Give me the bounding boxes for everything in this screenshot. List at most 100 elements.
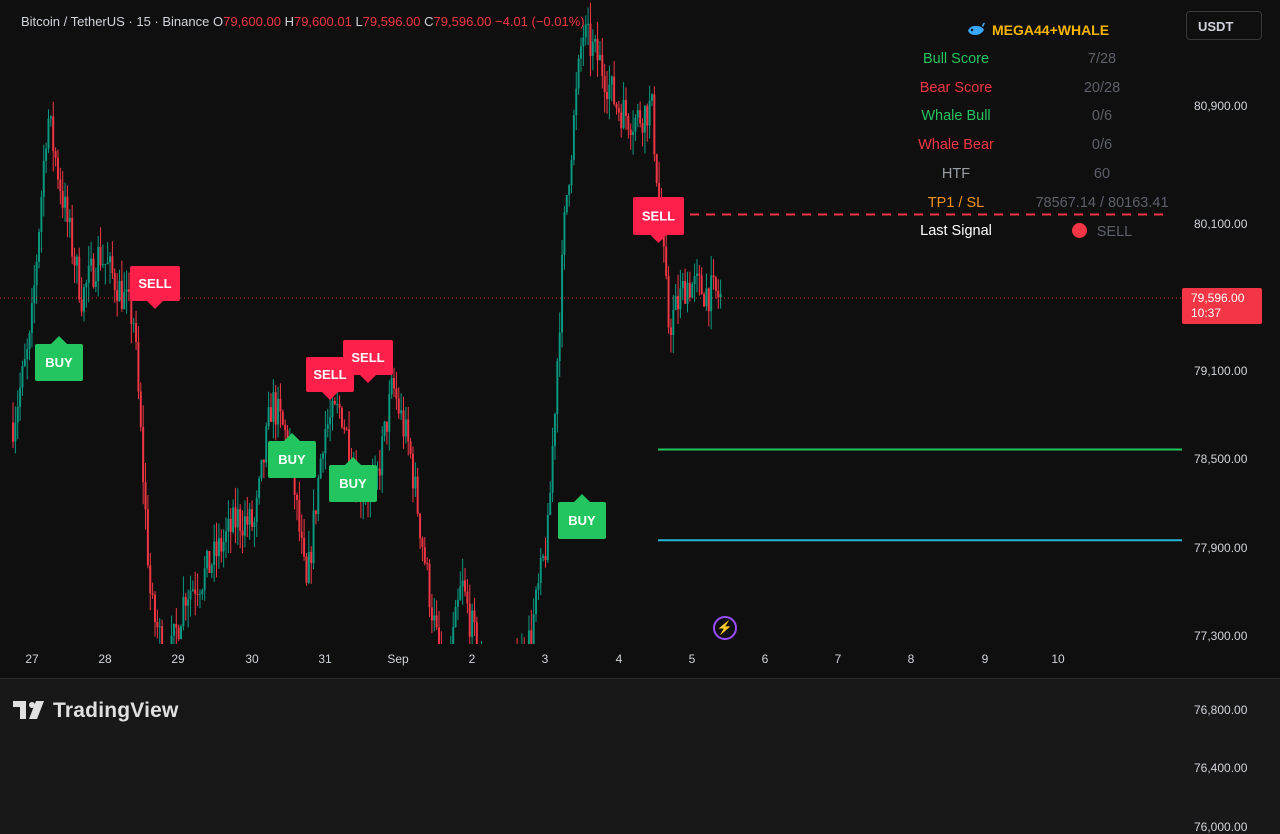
candle-body — [639, 110, 642, 124]
candle-body — [151, 593, 154, 595]
candle-body — [109, 256, 111, 263]
candle-body — [154, 594, 156, 622]
candle-body — [215, 541, 218, 557]
candle-body — [438, 627, 440, 644]
signal-label: SELL — [138, 276, 171, 291]
candle-body — [279, 398, 282, 412]
candle-body — [42, 160, 45, 198]
candle-body — [591, 41, 594, 56]
candle-body — [296, 494, 298, 500]
candle-body — [698, 273, 701, 276]
candle-body — [187, 599, 190, 606]
signal-arrow — [574, 494, 590, 502]
indicator-value: 7/28 — [1087, 51, 1117, 67]
candle-body — [184, 597, 187, 606]
candle-body — [655, 154, 658, 184]
candle-body — [381, 436, 384, 476]
candle-body — [307, 551, 310, 583]
current-price-value: 79,596.00 — [1191, 291, 1245, 305]
candle-body — [23, 359, 26, 367]
candle-body — [59, 179, 62, 191]
open-value: 79,600.00 — [223, 14, 281, 29]
candle-body — [120, 280, 123, 309]
indicator-label: Whale Bear — [918, 137, 994, 154]
candle-body — [587, 23, 590, 25]
candle-body — [156, 621, 159, 628]
candle-body — [71, 217, 74, 257]
change-value: −4.01 (−0.01%) — [495, 14, 585, 29]
candle-body — [40, 197, 43, 233]
candle-body — [229, 518, 232, 532]
candle-body — [435, 615, 438, 628]
candle-body — [217, 538, 220, 557]
candle-body — [527, 630, 530, 644]
sell-signal: SELL — [130, 266, 180, 309]
candle-body — [679, 288, 682, 310]
candle-body — [345, 429, 348, 431]
symbol-title[interactable]: Bitcoin / TetherUS · 15 · Binance — [21, 14, 209, 29]
candle-body — [14, 422, 17, 442]
lightning-icon[interactable]: ⚡ — [713, 616, 737, 640]
buy-signal: BUY — [35, 336, 83, 381]
candle-body — [243, 516, 246, 536]
candle-body — [206, 551, 209, 569]
candle-body — [464, 580, 466, 592]
candle-body — [596, 38, 599, 61]
signal-label: BUY — [339, 476, 367, 491]
low-value: 79,596.00 — [362, 14, 421, 29]
candle-body — [582, 37, 585, 47]
candle-body — [546, 514, 549, 561]
candle-body — [170, 635, 173, 644]
candle-body — [97, 246, 100, 282]
candle-body — [610, 76, 613, 85]
candle-body — [561, 254, 564, 333]
candle-body — [26, 348, 29, 360]
candle-body — [627, 115, 630, 130]
candle-body — [132, 323, 135, 325]
candle-body — [83, 287, 85, 312]
high-value: 79,600.01 — [293, 14, 352, 29]
candle-body — [194, 589, 197, 594]
buy-signal: BUY — [558, 494, 606, 539]
candle-body — [267, 407, 270, 427]
candle-body — [632, 131, 635, 136]
tradingview-logo-icon — [13, 701, 44, 719]
candle-body — [208, 551, 211, 573]
price-tick: 80,100.00 — [1194, 216, 1248, 231]
candle-body — [45, 148, 48, 161]
candle-body — [38, 232, 40, 262]
candle-body — [172, 623, 175, 636]
candle-body — [52, 116, 55, 152]
candle-body — [144, 482, 147, 510]
tradingview-logo[interactable]: TradingView — [13, 699, 179, 723]
candle-body — [284, 424, 287, 431]
candle-body — [651, 94, 653, 101]
price-tick: 77,900.00 — [1194, 540, 1248, 555]
time-axis[interactable]: 27 28 29 30 31 Sep 2 3 4 5 6 7 8 9 10 — [0, 644, 1182, 678]
candle-body — [653, 94, 656, 155]
candle-body — [473, 610, 476, 623]
time-tick: 27 — [25, 652, 39, 666]
candle-body — [594, 38, 597, 42]
candle-body — [272, 392, 275, 422]
bar-countdown: 10:37 — [1191, 306, 1222, 320]
sell-signal: SELL — [633, 197, 684, 243]
candle-body — [348, 429, 351, 466]
candle-body — [177, 627, 180, 640]
candle-body — [461, 580, 464, 587]
candle-body — [421, 538, 424, 548]
candle-body — [568, 185, 571, 196]
candle-body — [535, 589, 537, 615]
candle-body — [539, 557, 542, 583]
candle-body — [577, 58, 580, 89]
candle-body — [142, 427, 145, 483]
candle-body — [681, 280, 684, 289]
candle-body — [648, 100, 651, 126]
candle-body — [336, 403, 339, 405]
chart-frame[interactable]: BUY SELL BUY SELL SELL BUY BUY SELL Bitcoin / T… — [0, 0, 1280, 834]
candle-body — [241, 530, 244, 536]
candle-body — [530, 630, 533, 644]
candle-body — [601, 54, 604, 77]
signal-arrow — [284, 433, 300, 441]
candle-body — [620, 112, 623, 129]
